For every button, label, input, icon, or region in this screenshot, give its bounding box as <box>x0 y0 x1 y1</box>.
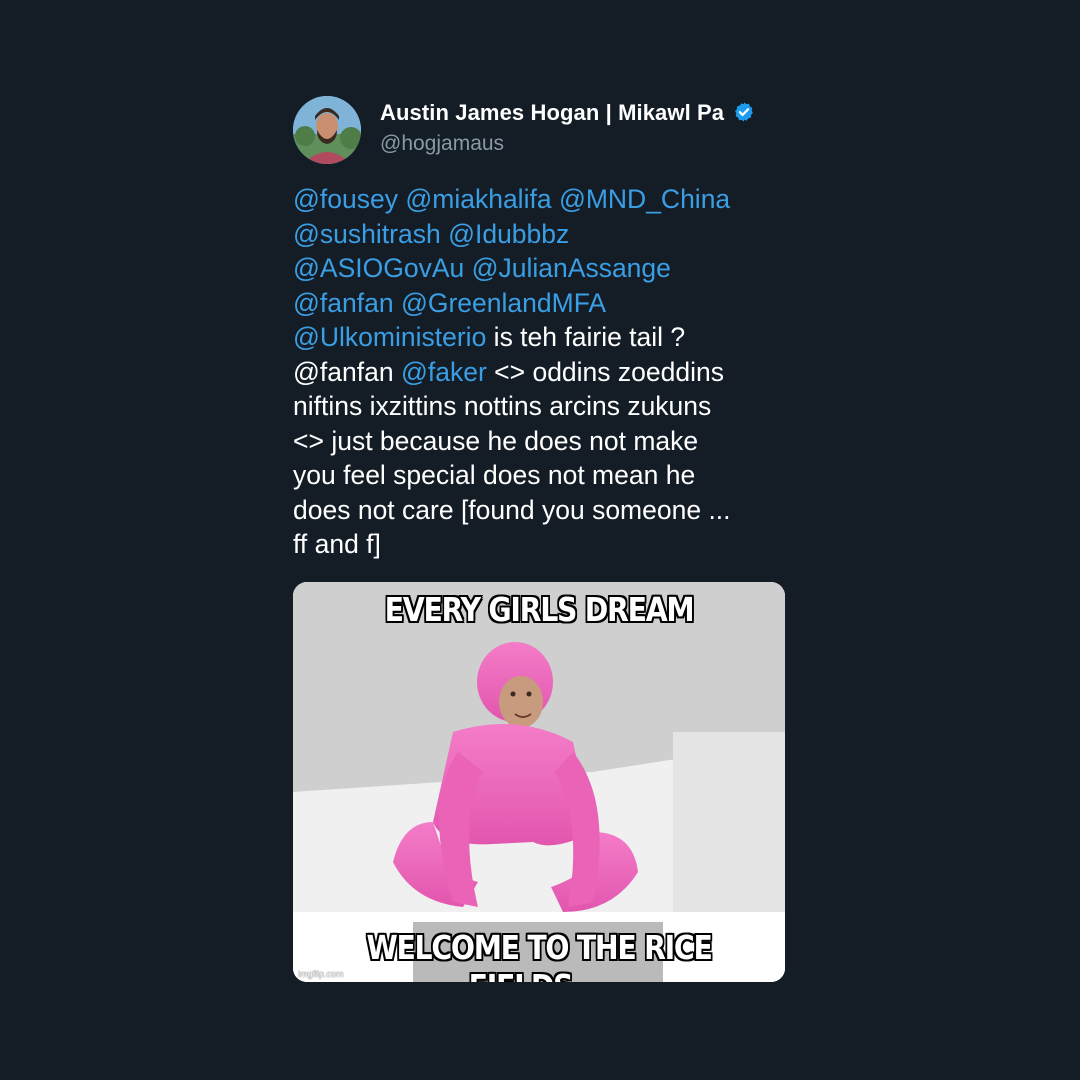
tweet-media-image[interactable]: EVERY GIRLS DREAM WELCOME TO THE RICE FI… <box>293 581 785 982</box>
mention-link[interactable]: @miakhalifa <box>405 184 551 214</box>
tweet-card[interactable]: Austin James Hogan | Mikawl Pa @hogjamau… <box>293 96 793 982</box>
user-handle[interactable]: @hogjamaus <box>380 132 504 156</box>
tweet-text-segment <box>441 219 448 249</box>
mention-link[interactable]: @sushitrash <box>293 219 441 249</box>
mention-link[interactable]: @ASIOGovAu <box>293 253 464 283</box>
mention-link[interactable]: @Idubbbz <box>448 219 569 249</box>
mention-link[interactable]: @GreenlandMFA <box>401 288 606 318</box>
avatar[interactable] <box>293 96 361 164</box>
display-name-line[interactable]: Austin James Hogan | Mikawl Pa <box>380 100 755 129</box>
display-name[interactable]: Austin James Hogan | Mikawl Pa <box>380 100 724 125</box>
tweet-text-segment <box>464 253 471 283</box>
verified-badge-icon <box>733 101 755 129</box>
mention-link[interactable]: @MND_China <box>559 184 730 214</box>
tweet-text-segment <box>552 184 559 214</box>
mention-link[interactable]: @faker <box>401 357 487 387</box>
tweet-text: @fousey @miakhalifa @MND_China @sushitra… <box>293 182 793 562</box>
mention-link[interactable]: @JulianAssange <box>472 253 671 283</box>
tweet-text-segment <box>394 288 401 318</box>
meme-watermark: imgflip.com <box>298 968 344 979</box>
meme-caption-bottom: WELCOME TO THE RICE FIELDS ... <box>366 927 712 982</box>
mention-link[interactable]: @fanfan <box>293 288 394 318</box>
meme-caption-top: EVERY GIRLS DREAM <box>384 589 695 629</box>
mention-link[interactable]: @Ulkoministerio <box>293 322 486 352</box>
mention-link[interactable]: @fousey <box>293 184 398 214</box>
tweet-header: Austin James Hogan | Mikawl Pa @hogjamau… <box>293 96 793 166</box>
